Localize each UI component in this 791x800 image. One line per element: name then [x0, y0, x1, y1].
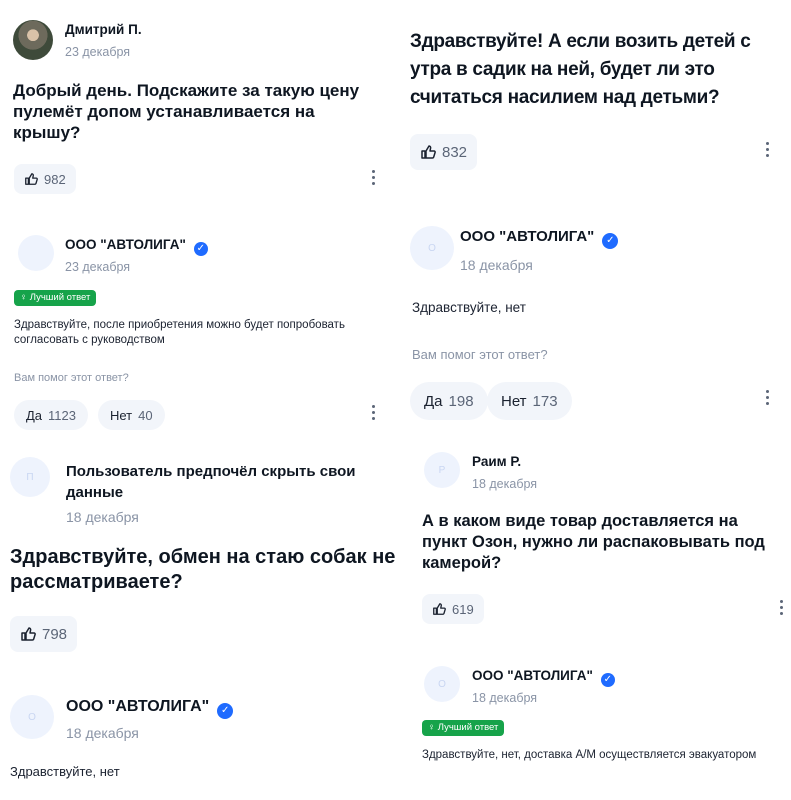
left-screenshot-column: Дмитрий П. 23 декабря Добрый день. Подск…	[0, 0, 400, 800]
like-count: 619	[452, 601, 474, 617]
thumbs-up-icon	[25, 173, 38, 185]
thumbs-up-icon	[421, 145, 436, 159]
answer-date: 18 декабря	[460, 257, 533, 273]
question-date: 18 декабря	[472, 477, 538, 491]
kebab-menu-icon[interactable]	[776, 600, 786, 615]
question-text: Добрый день. Подскажите за такую цену пу…	[13, 81, 360, 142]
avatar[interactable]: О	[424, 666, 460, 702]
yes-count: 198	[448, 392, 474, 410]
yes-label: Да	[26, 407, 43, 423]
seller-name: ООО "АВТОЛИГА"	[460, 228, 595, 245]
seller-name: ООО "АВТОЛИГА"	[65, 237, 186, 252]
avatar[interactable]	[13, 20, 53, 60]
award-icon: ♀	[20, 292, 28, 303]
verified-check-icon: ✓	[600, 673, 615, 687]
seller-name: ООО "АВТОЛИГА"	[66, 698, 210, 715]
answer-text: Здравствуйте, нет, доставка А/М осуществ…	[422, 749, 757, 761]
like-button[interactable]: 619	[422, 594, 484, 624]
answer-text: Здравствуйте, после приобретения можно б…	[14, 319, 345, 346]
seller-name-row[interactable]: ООО "АВТОЛИГА" ✓	[472, 668, 615, 687]
answer-text: Здравствуйте, нет	[10, 764, 120, 779]
helped-yes-button[interactable]: Да 1123	[14, 400, 89, 430]
question-text: Здравствуйте! А если возить детей с утра…	[410, 31, 751, 108]
yes-count: 1123	[48, 407, 77, 423]
helped-prompt: Вам помог этот ответ?	[412, 347, 548, 362]
award-icon: ♀	[428, 722, 436, 733]
best-answer-label: Лучший ответ	[29, 292, 91, 303]
helped-yes-button[interactable]: Да 198	[410, 382, 488, 420]
helped-no-button[interactable]: Нет 40	[98, 400, 165, 430]
answer-text: Здравствуйте, нет	[412, 300, 526, 315]
avatar[interactable]	[18, 235, 54, 271]
helped-prompt: Вам помог этот ответ?	[14, 372, 129, 384]
yes-label: Да	[424, 392, 443, 410]
avatar[interactable]: О	[10, 695, 54, 739]
question-text: Здравствуйте, обмен на стаю собак не рас…	[10, 546, 396, 593]
thumbs-up-icon	[433, 603, 446, 615]
answer-date: 18 декабря	[472, 691, 538, 705]
like-count: 832	[442, 143, 468, 161]
like-button[interactable]: 798	[10, 616, 78, 652]
like-count: 982	[44, 171, 66, 187]
seller-name-row[interactable]: ООО "АВТОЛИГА" ✓	[66, 698, 234, 719]
no-count: 40	[138, 407, 153, 423]
avatar[interactable]: О	[410, 226, 454, 270]
best-answer-label: Лучший ответ	[437, 722, 499, 733]
author-name[interactable]: Дмитрий П.	[65, 22, 142, 37]
avatar[interactable]: П	[10, 457, 50, 497]
like-button[interactable]: 832	[410, 134, 478, 170]
seller-name-row[interactable]: ООО "АВТОЛИГА" ✓	[460, 228, 619, 249]
seller-name: ООО "АВТОЛИГА"	[472, 668, 593, 683]
like-count: 798	[42, 625, 68, 643]
no-count: 173	[532, 392, 558, 410]
question-date: 18 декабря	[66, 509, 139, 525]
verified-check-icon: ✓	[217, 703, 234, 719]
avatar[interactable]: Р	[424, 452, 460, 488]
best-answer-badge: ♀ Лучший ответ	[422, 720, 505, 736]
no-label: Нет	[110, 407, 133, 423]
verified-check-icon: ✓	[602, 233, 619, 249]
thumbs-up-icon	[21, 627, 36, 641]
author-name[interactable]: Пользователь предпочёл скрыть свои данны…	[66, 461, 396, 503]
helped-no-button[interactable]: Нет 173	[487, 382, 572, 420]
answer-date: 23 декабря	[65, 260, 131, 274]
question-text: А в каком виде товар доставляется на пун…	[422, 512, 765, 572]
question-date: 23 декабря	[65, 45, 131, 59]
kebab-menu-icon[interactable]	[368, 170, 378, 185]
kebab-menu-icon[interactable]	[762, 142, 772, 157]
author-name[interactable]: Раим Р.	[472, 454, 521, 469]
like-button[interactable]: 982	[14, 164, 76, 194]
answer-date: 18 декабря	[66, 725, 139, 741]
kebab-menu-icon[interactable]	[368, 405, 378, 420]
no-label: Нет	[501, 392, 527, 410]
kebab-menu-icon[interactable]	[762, 390, 772, 405]
best-answer-badge: ♀ Лучший ответ	[14, 290, 97, 306]
seller-name-row[interactable]: ООО "АВТОЛИГА" ✓	[65, 237, 208, 256]
right-screenshot-column: Здравствуйте! А если возить детей с утра…	[400, 0, 791, 800]
verified-check-icon: ✓	[193, 242, 208, 256]
